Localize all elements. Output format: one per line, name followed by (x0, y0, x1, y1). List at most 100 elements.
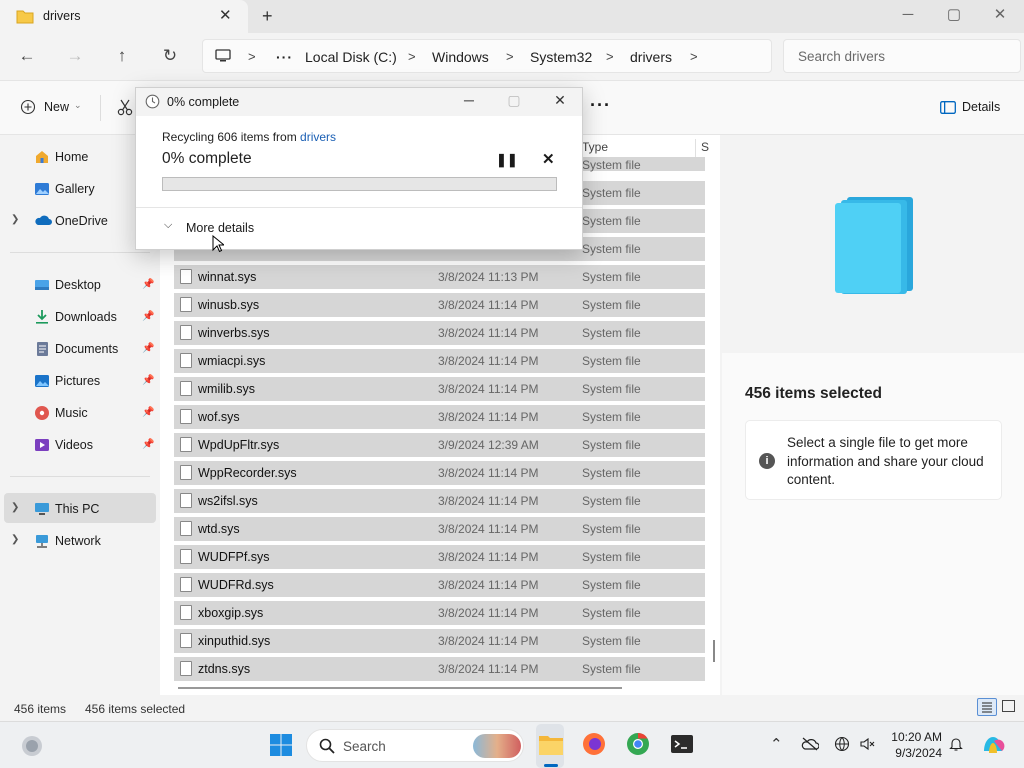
source-folder-link[interactable]: drivers (300, 130, 336, 144)
volume-muted-icon[interactable] (859, 736, 875, 752)
breadcrumb-windows[interactable]: Windows (432, 49, 489, 65)
details-view-icon[interactable] (977, 698, 997, 716)
breadcrumb-local-disk[interactable]: Local Disk (C:) (305, 49, 397, 65)
close-button[interactable]: ✕ (977, 5, 1023, 25)
file-name: WppRecorder.sys (198, 466, 297, 480)
chevron-up-icon[interactable]: ⌃ (770, 735, 783, 753)
chrome-icon[interactable] (626, 732, 650, 756)
sidebar-item-pictures[interactable]: Pictures 📌 (0, 366, 158, 396)
search-input[interactable]: Search drivers (783, 39, 1021, 73)
table-row[interactable]: WppRecorder.sys 3/8/2024 11:14 PM System f… (174, 461, 705, 485)
table-row[interactable]: ztdns.sys 3/8/2024 11:14 PM System file (174, 657, 705, 681)
notification-bell-icon[interactable] (948, 736, 964, 752)
navigation-bar: ← → ↑ ↻ > ··· Local Disk (C:) > Windows … (0, 33, 1024, 79)
sidebar-item-label: Home (55, 150, 89, 164)
table-row[interactable]: wmiacpi.sys 3/8/2024 11:14 PM System file (174, 349, 705, 373)
firefox-icon[interactable] (582, 732, 606, 756)
column-divider[interactable] (695, 139, 696, 157)
recycle-progress-dialog: 0% complete ─ ▢ ✕ Recycling 606 items fr… (135, 87, 583, 250)
system-file-icon (180, 381, 192, 396)
selected-count: 456 items selected (85, 702, 186, 716)
breadcrumb-system32[interactable]: System32 (530, 49, 592, 65)
onedrive-tray-icon[interactable] (801, 737, 819, 751)
home-icon (34, 149, 50, 165)
table-row[interactable]: WpdUpFltr.sys 3/9/2024 12:39 AM System fil… (174, 433, 705, 457)
tab-drivers[interactable]: drivers ✕ (0, 0, 248, 33)
up-button[interactable]: ↑ (110, 46, 134, 66)
breadcrumb-drivers[interactable]: drivers (630, 49, 672, 65)
sidebar-item-this-pc[interactable]: ❯ This PC (0, 494, 158, 524)
chevron-right-icon[interactable]: ❯ (11, 214, 19, 225)
folder-icon (16, 9, 34, 24)
terminal-icon[interactable] (670, 732, 694, 756)
tab-close-icon[interactable]: ✕ (219, 8, 232, 23)
copilot-icon[interactable] (981, 733, 1005, 757)
chevron-right-icon[interactable]: ❯ (11, 502, 19, 513)
sidebar-item-label: Pictures (55, 374, 101, 388)
tiles-view-icon[interactable] (1002, 700, 1015, 712)
this-pc-icon (34, 501, 50, 517)
start-icon[interactable] (269, 733, 293, 757)
taskbar-search[interactable]: Search (306, 729, 524, 762)
table-row[interactable]: WUDFRd.sys 3/8/2024 11:14 PM System file (174, 573, 705, 597)
cancel-button[interactable]: ✕ (542, 150, 555, 168)
maximize-button[interactable]: ▢ (931, 5, 977, 25)
horizontal-scrollbar[interactable] (178, 687, 622, 689)
clock-date[interactable]: 9/3/2024 (886, 746, 942, 760)
column-header-type[interactable]: Type (582, 140, 608, 154)
file-name: WUDFRd.sys (198, 578, 274, 592)
cut-icon[interactable] (117, 98, 133, 116)
file-explorer-icon[interactable] (538, 732, 564, 756)
table-row[interactable]: wof.sys 3/8/2024 11:14 PM System file (174, 405, 705, 429)
address-bar[interactable]: > ··· Local Disk (C:) > Windows > System… (202, 39, 772, 73)
table-row[interactable]: WUDFPf.sys 3/8/2024 11:14 PM System file (174, 545, 705, 569)
back-button[interactable]: ← (15, 46, 39, 66)
sidebar-item-desktop[interactable]: Desktop 📌 (0, 270, 158, 300)
table-row[interactable]: xboxgip.sys 3/8/2024 11:14 PM System file (174, 601, 705, 625)
this-pc-icon (215, 49, 231, 63)
sidebar-item-label: OneDrive (55, 214, 108, 228)
breadcrumb-overflow[interactable]: ··· (276, 49, 293, 65)
dialog-minimize-button[interactable]: ─ (454, 92, 484, 108)
more-options-button[interactable]: ··· (590, 95, 611, 116)
table-row[interactable]: wmilib.sys 3/8/2024 11:14 PM System file (174, 377, 705, 401)
sidebar-item-videos[interactable]: Videos 📌 (0, 430, 158, 460)
file-name: winnat.sys (198, 270, 257, 284)
onedrive-icon (34, 213, 52, 229)
mouse-cursor (212, 235, 224, 253)
search-icon (319, 738, 335, 754)
table-row[interactable]: winusb.sys 3/8/2024 11:14 PM System file (174, 293, 705, 317)
table-row[interactable]: winnat.sys 3/8/2024 11:13 PM System file (174, 265, 705, 289)
table-row[interactable]: wtd.sys 3/8/2024 11:14 PM System file (174, 517, 705, 541)
message-text: Recycling 606 items from (162, 130, 301, 144)
table-row[interactable]: ws2ifsl.sys 3/8/2024 11:14 PM System file (174, 489, 705, 513)
table-row[interactable]: xinputhid.sys 3/8/2024 11:14 PM System fil… (174, 629, 705, 653)
details-preview-area (722, 135, 1024, 353)
sidebar-item-network[interactable]: ❯ Network (0, 526, 158, 556)
dialog-close-button[interactable]: ✕ (545, 92, 575, 109)
forward-button[interactable]: → (63, 46, 87, 66)
sidebar-item-music[interactable]: Music 📌 (0, 398, 158, 428)
clock-time[interactable]: 10:20 AM (888, 730, 942, 744)
minimize-button[interactable]: ─ (885, 5, 931, 25)
refresh-button[interactable]: ↻ (158, 46, 182, 66)
search-highlight-image (473, 734, 521, 758)
system-file-icon (180, 633, 192, 648)
pause-button[interactable]: ❚❚ (496, 152, 518, 168)
weather-icon[interactable] (20, 734, 44, 758)
table-row[interactable]: winverbs.sys 3/8/2024 11:14 PM System file (174, 321, 705, 345)
details-label: Details (962, 100, 1001, 114)
sidebar-item-documents[interactable]: Documents 📌 (0, 334, 158, 364)
system-file-icon (180, 297, 192, 312)
network-icon (34, 533, 50, 549)
chevron-right-icon[interactable]: ❯ (11, 534, 19, 545)
globe-icon[interactable] (834, 736, 850, 752)
sidebar-item-downloads[interactable]: Downloads 📌 (0, 302, 158, 332)
file-type: System file (582, 634, 641, 648)
file-date-modified: 3/9/2024 12:39 AM (438, 438, 539, 452)
system-file-icon (180, 353, 192, 368)
file-date-modified: 3/8/2024 11:14 PM (438, 494, 539, 508)
new-tab-button[interactable]: + (262, 7, 273, 25)
pin-icon: 📌 (142, 439, 155, 450)
vertical-scrollbar[interactable] (713, 640, 715, 662)
